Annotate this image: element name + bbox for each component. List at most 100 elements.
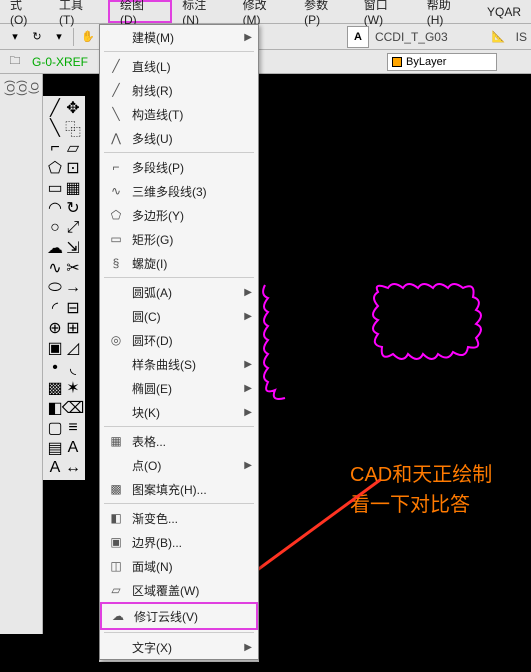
helix-icon: § <box>106 256 126 270</box>
isometric-icon[interactable]: 📐 <box>488 26 510 48</box>
lt-props-icon[interactable]: ≡ <box>64 418 82 438</box>
lt-text-icon[interactable]: A <box>64 438 82 458</box>
lt-trim-icon[interactable]: ✂ <box>64 258 82 278</box>
menu-window[interactable]: 窗口(W) <box>354 0 417 23</box>
menu-rectangle[interactable]: ▭矩形(G) <box>100 227 258 251</box>
lt-pline-icon[interactable]: ⌐ <box>46 138 64 158</box>
menu-dimension[interactable]: 标注(N) <box>172 0 232 23</box>
layer-combo[interactable]: ByLayer <box>387 53 497 71</box>
menu-region[interactable]: ◫面域(N) <box>100 554 258 578</box>
menu-xline[interactable]: ╲构造线(T) <box>100 102 258 126</box>
text-style-icon[interactable]: A <box>347 26 369 48</box>
lt-table-icon[interactable]: ▤ <box>46 438 64 458</box>
lt-arc-icon[interactable]: ◠ <box>46 198 64 218</box>
lt-erase-icon[interactable]: ⌫ <box>64 398 82 418</box>
lt-fillet-icon[interactable]: ◟ <box>64 358 82 378</box>
menu-pline[interactable]: ⌐多段线(P) <box>100 155 258 179</box>
menu-block[interactable]: 块(K)▶ <box>100 400 258 424</box>
lt-dim-icon[interactable]: ↔ <box>64 458 82 478</box>
lt-rect-icon[interactable]: ▭ <box>46 178 64 198</box>
menu-tools[interactable]: 工具(T) <box>49 0 108 23</box>
toolbar-2: 🗀 G-0-XREF ByLayer <box>0 50 531 74</box>
text-style-name: CCDI_T_G03 <box>375 30 448 44</box>
lt-move-icon[interactable]: ✥ <box>64 98 82 118</box>
menu-parametric[interactable]: 参数(P) <box>294 0 354 23</box>
menu-3dpoly[interactable]: ∿三维多段线(3) <box>100 179 258 203</box>
menu-yqar[interactable]: YQAR <box>477 0 531 23</box>
lt-stretch-icon[interactable]: ⇲ <box>64 238 82 258</box>
line-icon: ╱ <box>106 59 126 73</box>
lt-mtext-icon[interactable]: A <box>46 458 64 478</box>
lt-point-icon[interactable]: • <box>46 358 64 378</box>
menu-revcloud[interactable]: ☁修订云线(V) <box>100 602 258 630</box>
lt-array-icon[interactable]: ▦ <box>64 178 82 198</box>
lt-hatch-icon[interactable]: ▩ <box>46 378 64 398</box>
lt-offset-icon[interactable]: ⊡ <box>64 158 82 178</box>
menu-format[interactable]: 式(O) <box>0 0 49 23</box>
lt-break-icon[interactable]: ⊟ <box>64 298 82 318</box>
menu-hatch[interactable]: ▩图案填充(H)... <box>100 477 258 501</box>
lt-ellipsearc-icon[interactable]: ◜ <box>46 298 64 318</box>
menu-arc[interactable]: 圆弧(A)▶ <box>100 280 258 304</box>
lt-join-icon[interactable]: ⊞ <box>64 318 82 338</box>
lt-xline-icon[interactable]: ╲ <box>46 118 64 138</box>
gradient-icon: ◧ <box>106 511 126 525</box>
fl-item-3[interactable]: O) <box>28 82 40 94</box>
table-icon: ▦ <box>106 434 126 448</box>
rect-icon: ▭ <box>106 232 126 246</box>
menu-boundary[interactable]: ▣边界(B)... <box>100 530 258 554</box>
lt-insert-icon[interactable]: ⊕ <box>46 318 64 338</box>
menu-polygon[interactable]: ⬠多边形(Y) <box>100 203 258 227</box>
lt-explode-icon[interactable]: ✶ <box>64 378 82 398</box>
menu-line[interactable]: ╱直线(L) <box>100 54 258 78</box>
ray-icon: ╱ <box>106 83 126 97</box>
menu-text[interactable]: 文字(X)▶ <box>100 635 258 659</box>
pan-icon[interactable]: ✋ <box>77 26 99 48</box>
lt-mirror-icon[interactable]: ▱ <box>64 138 82 158</box>
lt-scale-icon[interactable]: ⤢ <box>64 218 82 238</box>
annotation-text: CAD和天正绘制 看一下对比答 <box>350 460 492 520</box>
menu-ellipse[interactable]: 椭圆(E)▶ <box>100 376 258 400</box>
menu-helix[interactable]: §螺旋(I) <box>100 251 258 275</box>
menu-modeling[interactable]: 建模(M)▶ <box>100 25 258 49</box>
menu-circle[interactable]: 圆(C)▶ <box>100 304 258 328</box>
fl-item-2[interactable]: (O) <box>16 80 28 96</box>
lt-chamfer-icon[interactable]: ◿ <box>64 338 82 358</box>
menu-ray[interactable]: ╱射线(R) <box>100 78 258 102</box>
menu-help[interactable]: 帮助(H) <box>417 0 477 23</box>
menu-gradient[interactable]: ◧渐变色... <box>100 506 258 530</box>
mline-icon: ⋀ <box>106 131 126 145</box>
layer-color-swatch <box>392 57 402 67</box>
layer-toggle-icon[interactable]: 🗀 <box>4 51 26 73</box>
menu-modify[interactable]: 修改(M) <box>233 0 295 23</box>
layer-name: ByLayer <box>406 56 446 68</box>
menu-donut[interactable]: ◎圆环(D) <box>100 328 258 352</box>
pline-icon: ⌐ <box>106 160 126 174</box>
lt-rotate-icon[interactable]: ↻ <box>64 198 82 218</box>
redo-icon[interactable]: ↻ <box>26 26 48 48</box>
lt-polygon-icon[interactable]: ⬠ <box>46 158 64 178</box>
lt-ellipse-icon[interactable]: ⬭ <box>46 278 64 298</box>
menu-mline[interactable]: ⋀多线(U) <box>100 126 258 150</box>
menu-draw[interactable]: 绘图(D) <box>108 0 172 23</box>
undo-dropdown-icon[interactable]: ▾ <box>4 26 26 48</box>
annot-line2: 看一下对比答 <box>350 490 492 520</box>
lt-region-icon[interactable]: ▢ <box>46 418 64 438</box>
lt-circle-icon[interactable]: ○ <box>46 218 64 238</box>
lt-revcloud-icon[interactable]: ☁ <box>46 238 64 258</box>
redo-dropdown-icon[interactable]: ▾ <box>48 26 70 48</box>
iso-label: IS <box>516 30 527 44</box>
lt-extend-icon[interactable]: → <box>64 278 82 298</box>
fl-item-1[interactable]: (O) <box>4 80 16 96</box>
lt-line-icon[interactable]: ╱ <box>46 98 64 118</box>
lt-spline-icon[interactable]: ∿ <box>46 258 64 278</box>
menu-point[interactable]: 点(O)▶ <box>100 453 258 477</box>
wipeout-icon: ▱ <box>106 583 126 597</box>
hatch-icon: ▩ <box>106 482 126 496</box>
menu-table[interactable]: ▦表格... <box>100 429 258 453</box>
lt-block-icon[interactable]: ▣ <box>46 338 64 358</box>
annot-line1: CAD和天正绘制 <box>350 460 492 490</box>
menu-spline[interactable]: 样条曲线(S)▶ <box>100 352 258 376</box>
menu-wipeout[interactable]: ▱区域覆盖(W) <box>100 578 258 602</box>
lt-copy-icon[interactable]: ⿻ <box>64 118 82 138</box>
